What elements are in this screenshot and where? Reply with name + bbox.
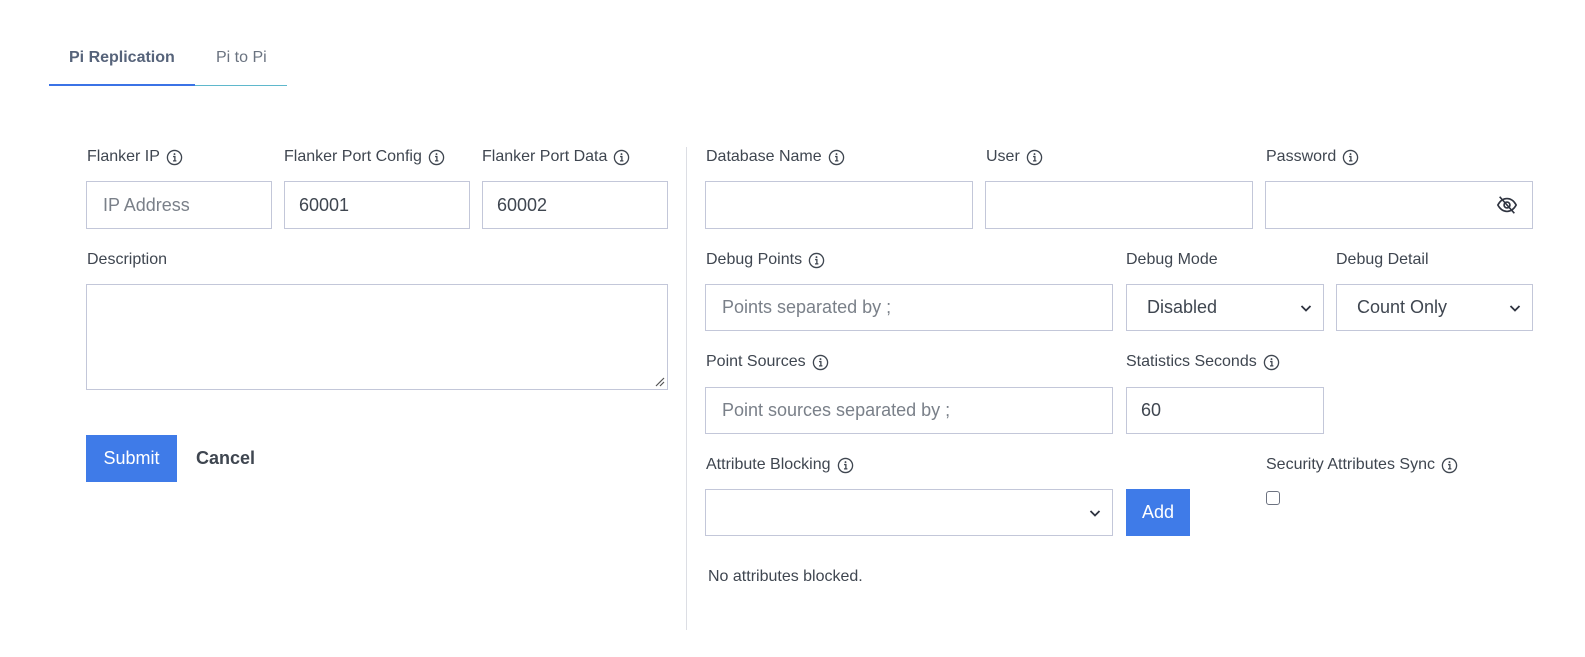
column-divider bbox=[686, 147, 687, 630]
debug-mode-label-text: Debug Mode bbox=[1126, 251, 1218, 268]
attribute-blocking-select[interactable] bbox=[705, 489, 1113, 536]
debug-points-label: Debug Points bbox=[706, 249, 825, 271]
user-label-text: User bbox=[986, 148, 1020, 165]
debug-mode-value: Disabled bbox=[1147, 297, 1218, 317]
info-icon[interactable] bbox=[808, 252, 825, 269]
debug-mode-label: Debug Mode bbox=[1126, 249, 1218, 271]
security-attributes-sync-label: Security Attributes Sync bbox=[1266, 454, 1458, 476]
flanker-port-config-label: Flanker Port Config bbox=[284, 146, 445, 168]
info-icon[interactable] bbox=[1263, 354, 1280, 371]
statistics-seconds-label-text: Statistics Seconds bbox=[1126, 353, 1257, 370]
description-label: Description bbox=[87, 249, 167, 271]
password-label-text: Password bbox=[1266, 148, 1337, 165]
eye-off-icon[interactable] bbox=[1496, 194, 1518, 216]
flanker-port-data-label-text: Flanker Port Data bbox=[482, 148, 608, 165]
flanker-port-config-label-text: Flanker Port Config bbox=[284, 148, 422, 165]
flanker-ip-input[interactable]: IP Address bbox=[86, 181, 272, 229]
flanker-port-config-input[interactable]: 60001 bbox=[284, 181, 470, 229]
cancel-button[interactable]: Cancel bbox=[196, 435, 255, 482]
info-icon[interactable] bbox=[1342, 149, 1359, 166]
debug-detail-label-text: Debug Detail bbox=[1336, 251, 1429, 268]
info-icon[interactable] bbox=[428, 149, 445, 166]
user-label: User bbox=[986, 146, 1043, 168]
attribute-blocking-label-text: Attribute Blocking bbox=[706, 456, 831, 473]
point-sources-input[interactable]: Point sources separated by ; bbox=[705, 387, 1113, 434]
user-input[interactable] bbox=[985, 181, 1253, 229]
resize-handle-icon[interactable] bbox=[655, 377, 665, 387]
security-attributes-sync-checkbox[interactable] bbox=[1266, 491, 1280, 505]
tab-bar: Pi Replication Pi to Pi bbox=[49, 40, 287, 86]
add-attribute-button[interactable]: Add bbox=[1126, 489, 1190, 536]
flanker-port-data-input[interactable]: 60002 bbox=[482, 181, 668, 229]
database-name-input[interactable] bbox=[705, 181, 973, 229]
description-label-text: Description bbox=[87, 251, 168, 268]
chevron-down-icon bbox=[1089, 509, 1101, 517]
debug-mode-select[interactable]: Disabled bbox=[1126, 284, 1324, 331]
no-attributes-text: No attributes blocked. bbox=[708, 568, 863, 585]
password-input[interactable] bbox=[1265, 181, 1533, 229]
chevron-down-icon bbox=[1300, 304, 1312, 312]
chevron-down-icon bbox=[1509, 304, 1521, 312]
statistics-seconds-input[interactable]: 60 bbox=[1126, 387, 1324, 434]
debug-detail-select[interactable]: Count Only bbox=[1336, 284, 1533, 331]
tab-pi-replication[interactable]: Pi Replication bbox=[49, 40, 195, 86]
flanker-ip-label-text: Flanker IP bbox=[87, 148, 160, 165]
security-attributes-sync-label-text: Security Attributes Sync bbox=[1266, 456, 1435, 473]
tab-pi-to-pi[interactable]: Pi to Pi bbox=[195, 40, 287, 86]
info-icon[interactable] bbox=[613, 149, 630, 166]
info-icon[interactable] bbox=[812, 354, 829, 371]
password-label: Password bbox=[1266, 146, 1359, 168]
info-icon[interactable] bbox=[1441, 457, 1458, 474]
info-icon[interactable] bbox=[828, 149, 845, 166]
submit-button[interactable]: Submit bbox=[86, 435, 177, 482]
debug-detail-label: Debug Detail bbox=[1336, 249, 1429, 271]
debug-points-input[interactable]: Points separated by ; bbox=[705, 284, 1113, 331]
database-name-label: Database Name bbox=[706, 146, 845, 168]
debug-detail-value: Count Only bbox=[1357, 297, 1448, 317]
description-textarea[interactable] bbox=[86, 284, 668, 390]
attribute-blocking-label: Attribute Blocking bbox=[706, 454, 854, 476]
info-icon[interactable] bbox=[837, 457, 854, 474]
database-name-label-text: Database Name bbox=[706, 148, 822, 165]
info-icon[interactable] bbox=[166, 149, 183, 166]
flanker-ip-label: Flanker IP bbox=[87, 146, 183, 168]
flanker-port-data-label: Flanker Port Data bbox=[482, 146, 630, 168]
info-icon[interactable] bbox=[1026, 149, 1043, 166]
statistics-seconds-label: Statistics Seconds bbox=[1126, 351, 1280, 373]
debug-points-label-text: Debug Points bbox=[706, 251, 803, 268]
point-sources-label: Point Sources bbox=[706, 351, 829, 373]
point-sources-label-text: Point Sources bbox=[706, 353, 806, 370]
